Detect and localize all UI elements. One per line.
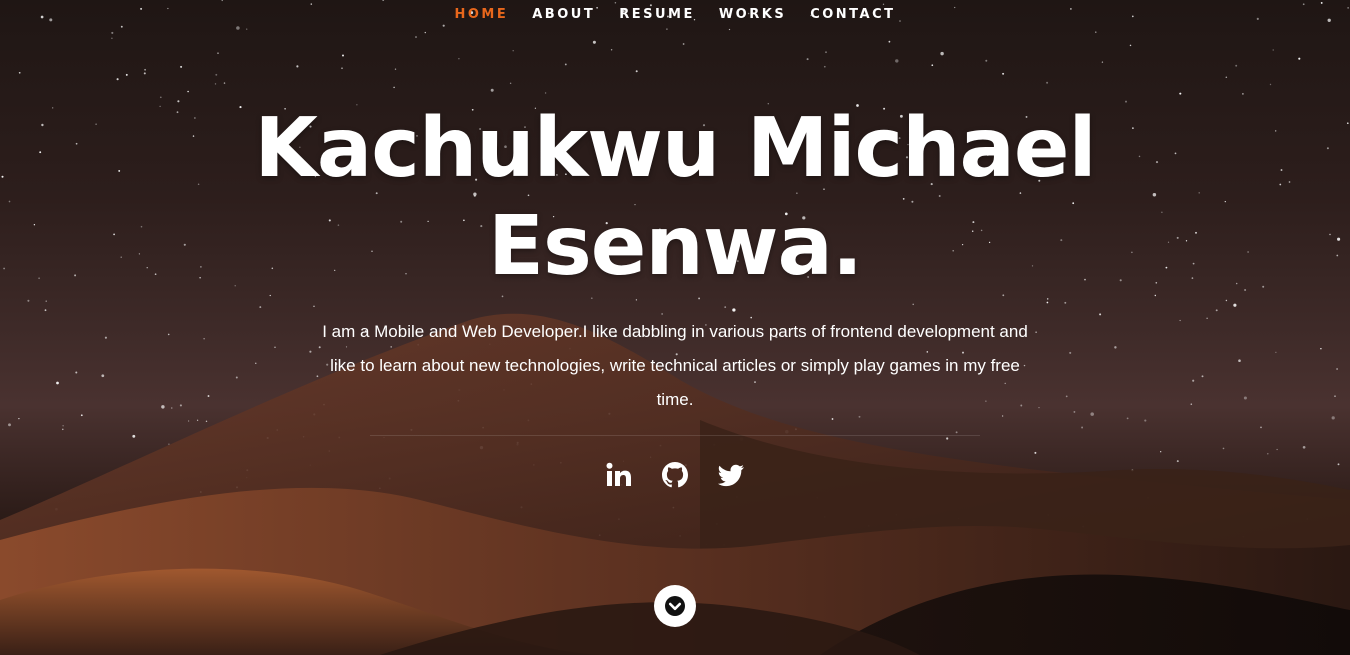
github-link[interactable] bbox=[660, 460, 690, 490]
hero-section: HOME ABOUT RESUME WORKS CONTACT Kachukwu… bbox=[0, 0, 1350, 655]
nav-resume-link[interactable]: RESUME bbox=[607, 6, 707, 24]
nav-contact-link[interactable]: CONTACT bbox=[798, 6, 907, 24]
hero-name-line1: Kachukwu Michael bbox=[254, 101, 1096, 196]
chevron-down-icon bbox=[665, 596, 685, 616]
scroll-down-button[interactable] bbox=[654, 585, 696, 627]
social-links bbox=[0, 460, 1350, 490]
hero-intro-text: I am a Mobile and Web Developer.I like d… bbox=[322, 322, 1028, 409]
hero-name-line2: Esenwa. bbox=[487, 199, 863, 294]
twitter-icon bbox=[717, 464, 744, 487]
main-navigation: HOME ABOUT RESUME WORKS CONTACT bbox=[0, 6, 1350, 24]
linkedin-icon bbox=[606, 462, 631, 486]
github-icon bbox=[662, 462, 688, 488]
linkedin-link[interactable] bbox=[604, 460, 634, 490]
hero-divider bbox=[370, 435, 980, 436]
nav-works-link[interactable]: WORKS bbox=[707, 6, 798, 24]
hero-name-heading: Kachukwu Michael Esenwa. bbox=[0, 100, 1350, 296]
nav-home-link[interactable]: HOME bbox=[443, 6, 521, 24]
nav-about-link[interactable]: ABOUT bbox=[520, 6, 607, 24]
twitter-link[interactable] bbox=[716, 460, 746, 490]
